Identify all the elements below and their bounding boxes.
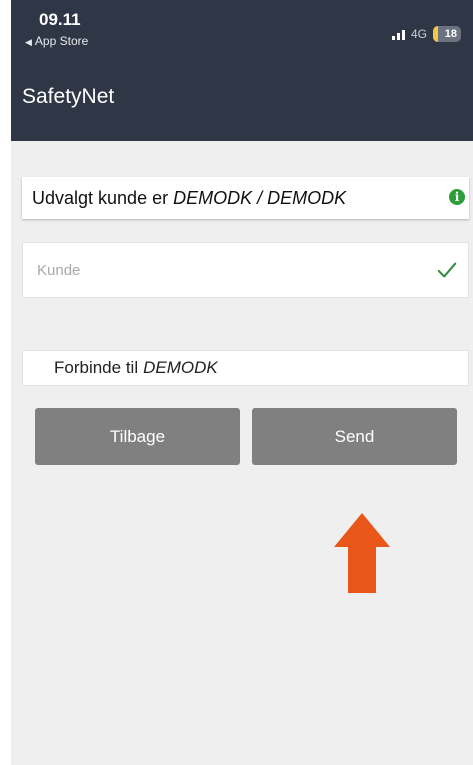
info-icon[interactable]: i	[449, 189, 465, 205]
battery-icon: 18	[433, 26, 461, 42]
battery-percentage: 18	[444, 28, 457, 40]
back-to-app-store-label: App Store	[34, 34, 89, 48]
send-button[interactable]: Send	[252, 408, 457, 465]
connect-row: Forbinde til DEMODK	[22, 350, 469, 386]
connect-prefix: Forbinde til	[54, 358, 139, 377]
status-time: 09.11	[39, 10, 81, 29]
back-to-app-store-link[interactable]: ◀ App Store	[25, 34, 88, 48]
customer-field[interactable]	[22, 242, 469, 298]
selected-customer-value: DEMODK / DEMODK	[173, 187, 347, 208]
annotation-arrow-icon	[334, 513, 390, 593]
check-icon	[437, 262, 457, 278]
page-title: SafetyNet	[22, 85, 115, 108]
network-type: 4G	[410, 27, 427, 41]
signal-icon	[391, 29, 405, 40]
customer-input[interactable]	[35, 260, 419, 280]
status-indicators: 4G 18	[391, 26, 461, 42]
app-screen: 09.11 ◀ App Store 4G 18 SafetyNet Udvalgt…	[11, 0, 473, 765]
selected-customer-prefix: Udvalgt kunde er	[32, 187, 169, 208]
app-header: 09.11 ◀ App Store 4G 18 SafetyNet	[11, 0, 473, 141]
back-button[interactable]: Tilbage	[35, 408, 240, 465]
connect-target: DEMODK	[143, 358, 218, 377]
selected-customer-banner: Udvalgt kunde er DEMODK / DEMODK i	[22, 177, 469, 219]
back-triangle-icon: ◀	[25, 37, 32, 47]
